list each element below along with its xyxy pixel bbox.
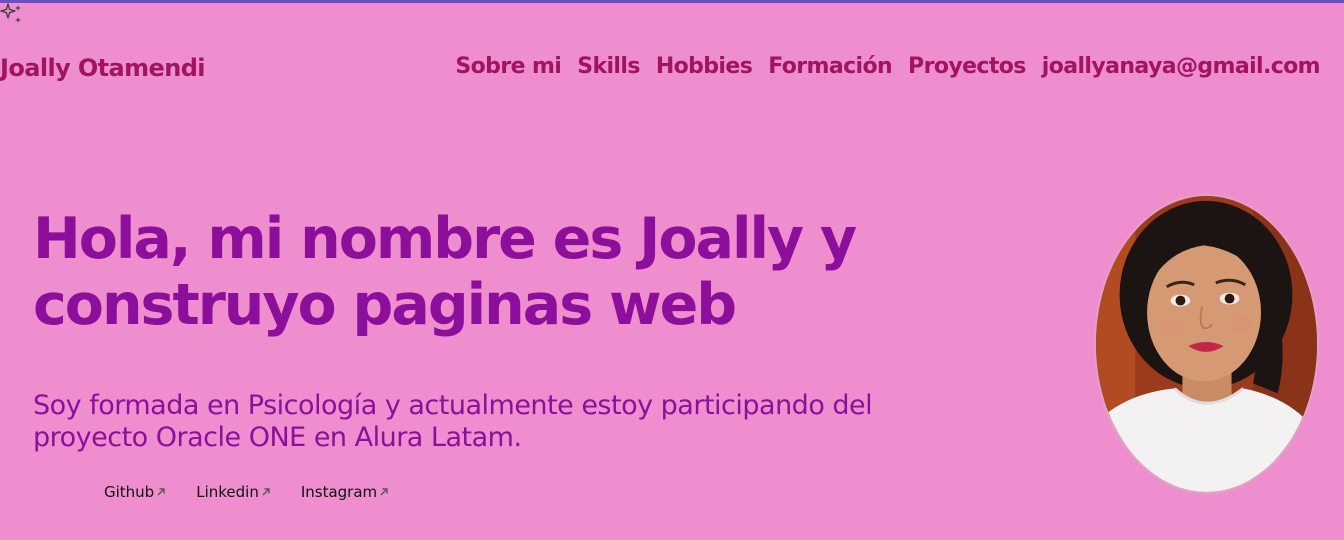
sparkle-icon <box>0 3 21 23</box>
hero-title-line-2: construyo paginas web <box>33 272 737 338</box>
instagram-link-label: Instagram <box>300 483 378 501</box>
external-arrow-icon <box>157 488 165 496</box>
linkedin-link[interactable]: Linkedin <box>196 483 271 501</box>
nav-item-proyectos[interactable]: Proyectos <box>908 54 1026 79</box>
instagram-link[interactable]: Instagram <box>301 483 389 501</box>
hero-title: Hola, mi nombre es Joally y construyo pa… <box>33 206 933 338</box>
hero-title-line-1: Hola, mi nombre es Joally y <box>33 206 857 272</box>
nav-item-sobre-mi[interactable]: Sobre mi <box>455 54 561 79</box>
hero-subtitle: Soy formada en Psicología y actualmente … <box>33 390 1033 454</box>
nav-item-skills[interactable]: Skills <box>577 54 640 79</box>
hero-subtitle-line-2: proyecto Oracle ONE en Alura Latam. <box>33 422 522 453</box>
brand-name[interactable]: Joally Otamendi <box>0 54 206 82</box>
linkedin-link-label: Linkedin <box>196 483 259 501</box>
nav-item-formacion[interactable]: Formación <box>768 54 892 79</box>
github-link[interactable]: Github <box>104 483 166 501</box>
external-arrow-icon <box>262 488 270 496</box>
hero-subtitle-line-1: Soy formada en Psicología y actualmente … <box>33 390 873 421</box>
profile-photo <box>1094 194 1319 494</box>
nav-item-email[interactable]: joallyanaya@gmail.com <box>1042 54 1321 79</box>
external-arrow-icon <box>380 488 388 496</box>
top-accent-rule <box>0 0 1344 3</box>
main-nav: Sobre mi Skills Hobbies Formación Proyec… <box>455 54 1320 79</box>
profile-photo-illustration <box>1096 196 1317 492</box>
social-links: Github Linkedin Instagram <box>104 483 389 501</box>
github-link-label: Github <box>104 483 155 501</box>
nav-item-hobbies[interactable]: Hobbies <box>656 54 753 79</box>
